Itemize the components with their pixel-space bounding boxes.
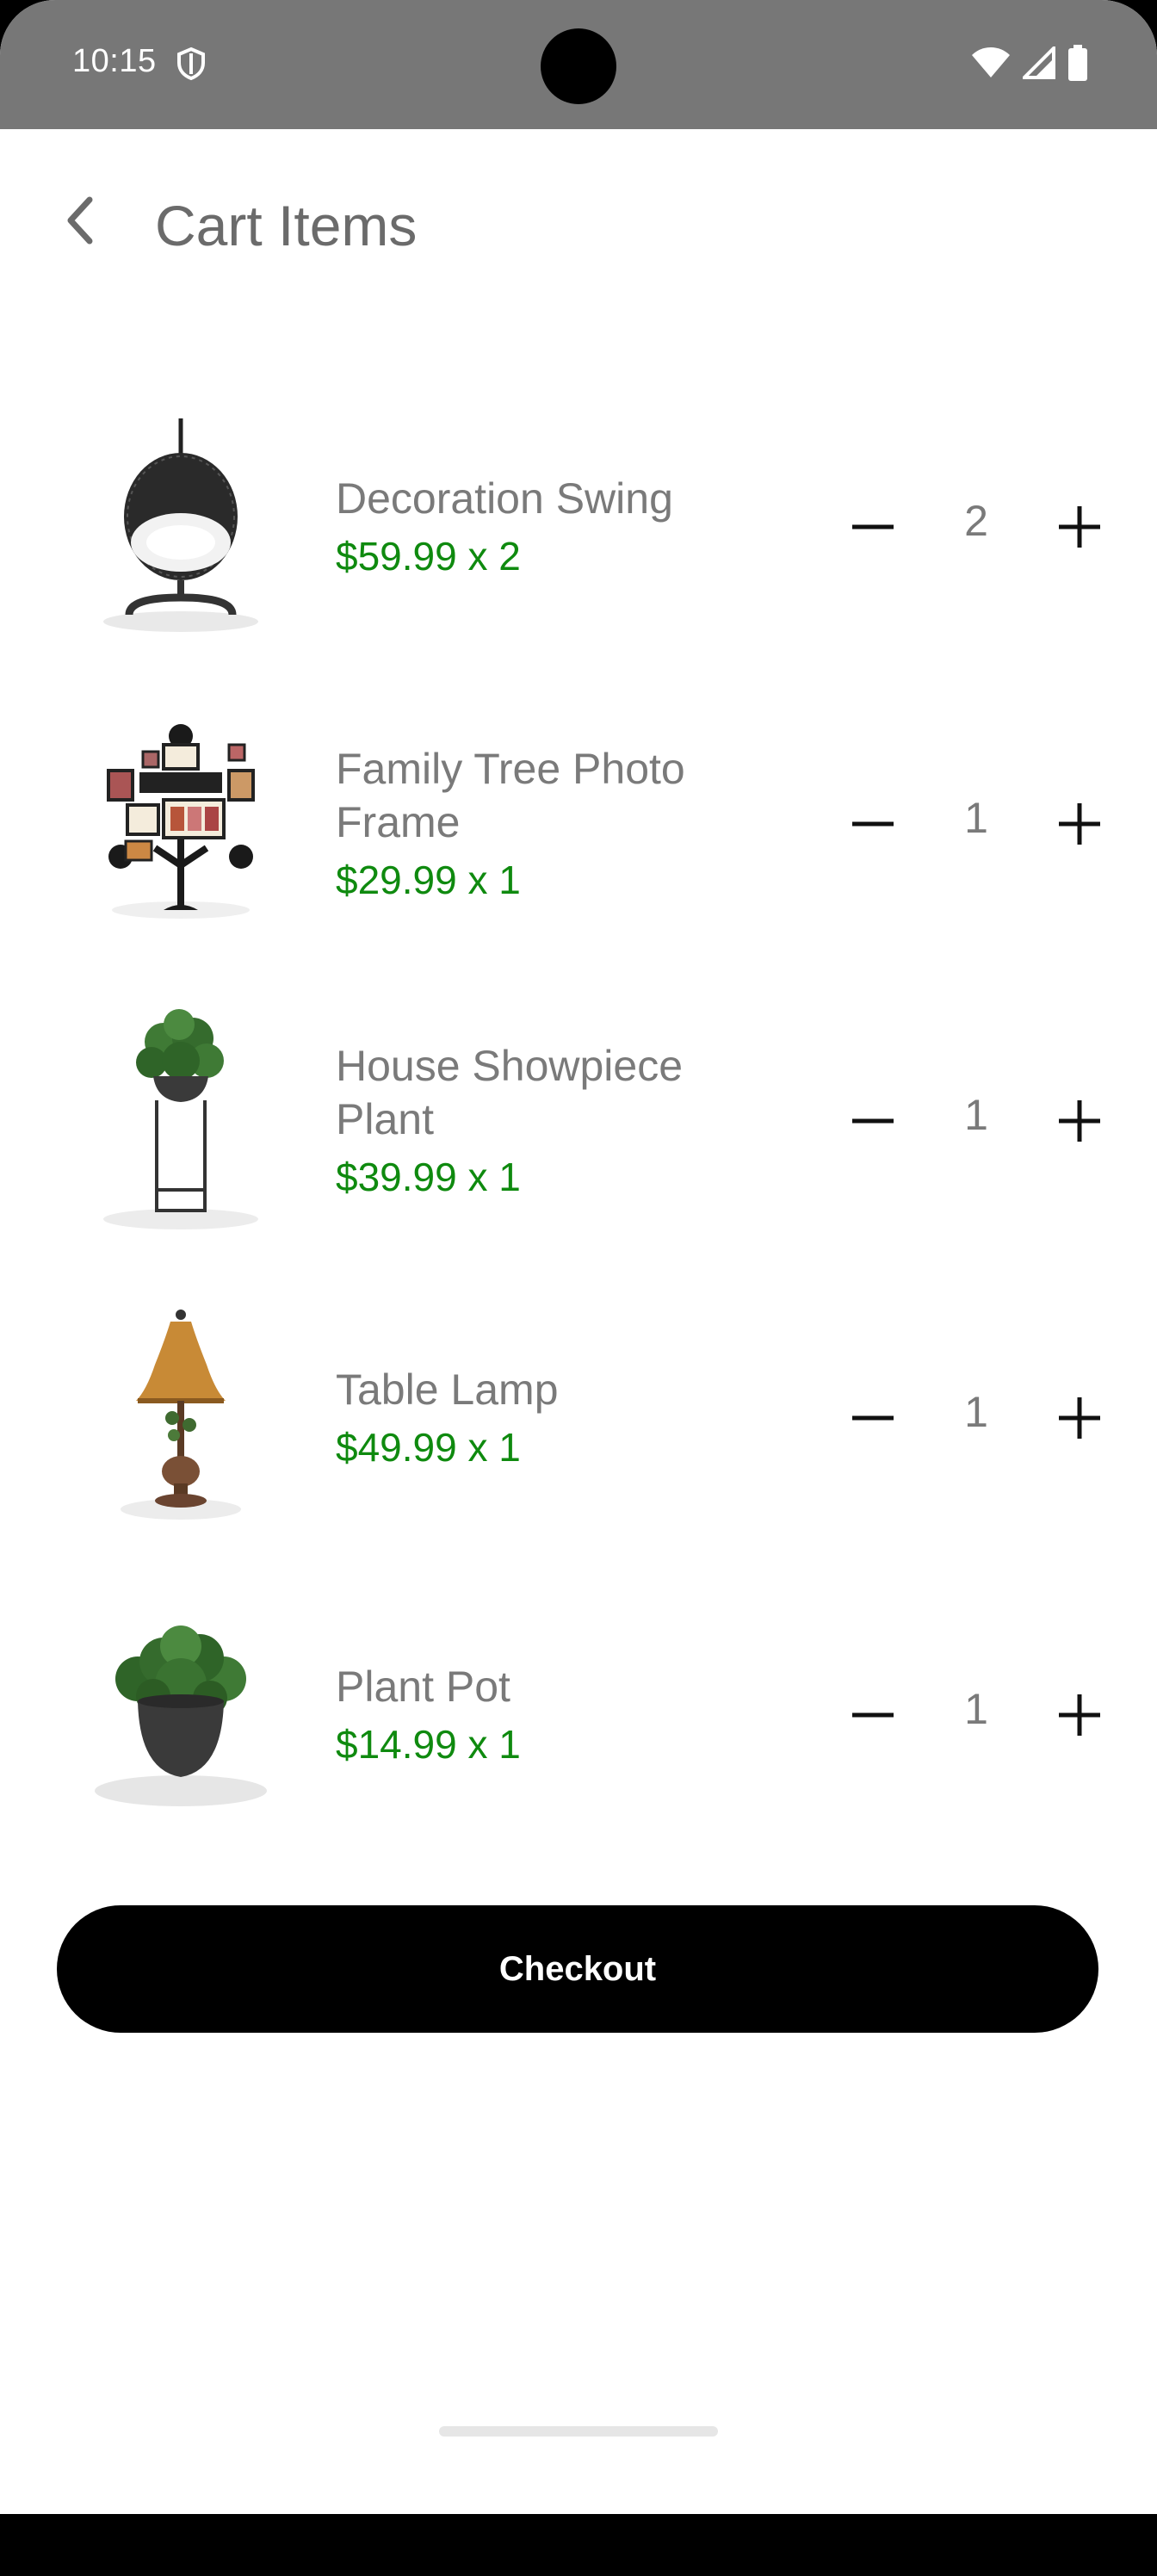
plus-icon <box>1059 1397 1100 1439</box>
quantity-value: 2 <box>964 497 988 545</box>
increase-quantity-button[interactable] <box>1045 1384 1114 1452</box>
item-price: $39.99 x 1 <box>336 1154 521 1199</box>
back-arrow-icon <box>67 196 93 245</box>
quantity-value: 1 <box>964 794 988 842</box>
increase-quantity-button[interactable] <box>1045 1681 1114 1749</box>
minus-icon <box>852 821 894 827</box>
checkout-button[interactable]: Checkout <box>57 1905 1098 2033</box>
cart-item: Decoration Swing $59.99 x 2 2 <box>0 379 1157 676</box>
battery-icon <box>1068 45 1087 81</box>
decrease-quantity-button[interactable] <box>838 790 907 858</box>
app-bar: Cart Items <box>0 129 1157 323</box>
home-indicator[interactable] <box>439 2426 718 2437</box>
camera-cutout <box>541 28 616 104</box>
increase-quantity-button[interactable] <box>1045 1087 1114 1155</box>
quantity-value: 1 <box>964 1388 988 1436</box>
plus-icon <box>1059 803 1100 845</box>
item-name: House Showpiece Plant <box>336 1041 684 1143</box>
increase-quantity-button[interactable] <box>1045 790 1114 858</box>
product-image-decoration-swing <box>77 413 284 637</box>
product-image-showpiece-plant <box>77 1007 284 1231</box>
navigation-bar <box>0 2514 1157 2576</box>
plus-icon <box>1059 1694 1100 1736</box>
screen: 10:15 Cart Items Decoration Swing $59.99… <box>0 0 1157 2576</box>
page-title: Cart Items <box>155 194 418 257</box>
item-name: Table Lamp <box>336 1365 559 1414</box>
back-button[interactable] <box>48 189 110 251</box>
cart-list: Decoration Swing $59.99 x 2 2 Family Tre… <box>0 379 1157 1864</box>
system-icons <box>971 45 1088 81</box>
item-name: Family Tree Photo Frame <box>336 744 685 846</box>
plus-icon <box>1059 1100 1100 1142</box>
item-price: $29.99 x 1 <box>336 857 521 902</box>
item-price: $49.99 x 1 <box>336 1424 521 1470</box>
minus-icon <box>852 1415 894 1421</box>
minus-icon <box>852 1712 894 1718</box>
item-info: House Showpiece Plant $39.99 x 1 <box>336 973 697 1270</box>
quantity-value: 1 <box>964 1091 988 1139</box>
status-time: 10:15 <box>72 43 157 79</box>
item-info: Plant Pot $14.99 x 1 <box>336 1567 697 1864</box>
decrease-quantity-button[interactable] <box>838 1087 907 1155</box>
quantity-value: 1 <box>964 1685 988 1733</box>
decrease-quantity-button[interactable] <box>838 492 907 561</box>
item-price: $59.99 x 2 <box>336 533 521 579</box>
cart-item: Family Tree Photo Frame $29.99 x 1 1 <box>0 676 1157 973</box>
item-info: Decoration Swing $59.99 x 2 <box>336 379 697 676</box>
decrease-quantity-button[interactable] <box>838 1384 907 1452</box>
item-info: Table Lamp $49.99 x 1 <box>336 1270 697 1567</box>
cart-item: Table Lamp $49.99 x 1 1 <box>0 1270 1157 1567</box>
minus-icon <box>852 1118 894 1124</box>
product-image-plant-pot <box>77 1601 284 1825</box>
item-name: Decoration Swing <box>336 474 673 523</box>
product-image-family-tree-frame <box>77 710 284 934</box>
cellular-icon <box>1023 46 1055 79</box>
increase-quantity-button[interactable] <box>1045 492 1114 561</box>
minus-icon <box>852 524 894 529</box>
product-image-table-lamp <box>77 1304 284 1528</box>
cart-item: Plant Pot $14.99 x 1 1 <box>0 1567 1157 1864</box>
status-bar: 10:15 <box>0 0 1157 129</box>
shield-icon <box>177 46 205 81</box>
wifi-icon <box>972 47 1010 77</box>
item-name: Plant Pot <box>336 1662 510 1711</box>
decrease-quantity-button[interactable] <box>838 1681 907 1749</box>
item-info: Family Tree Photo Frame $29.99 x 1 <box>336 676 697 973</box>
cart-item: House Showpiece Plant $39.99 x 1 1 <box>0 973 1157 1270</box>
plus-icon <box>1059 506 1100 548</box>
item-price: $14.99 x 1 <box>336 1721 521 1767</box>
